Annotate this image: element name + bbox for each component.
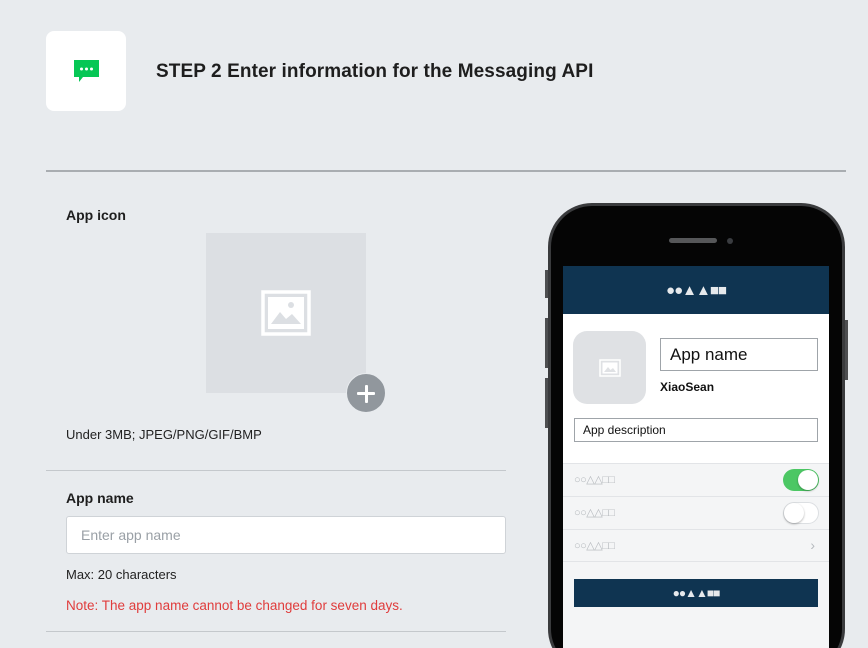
preview-toggle-on — [783, 469, 819, 491]
phone-camera — [727, 238, 733, 244]
app-icon-hint: Under 3MB; JPEG/PNG/GIF/BMP — [66, 427, 262, 442]
preview-setting-label: ○○△△□□ — [574, 540, 615, 552]
header-divider — [46, 170, 846, 172]
page-title: STEP 2 Enter information for the Messagi… — [156, 61, 594, 82]
preview-header-symbols: ●●▲▲■■ — [666, 281, 727, 299]
app-name-label: App name — [66, 490, 134, 506]
preview-profile: App name XiaoSean App description — [563, 314, 829, 464]
phone-side-button — [845, 320, 848, 380]
app-name-input[interactable] — [66, 516, 506, 554]
image-icon — [261, 290, 311, 336]
app-icon-upload[interactable] — [206, 233, 366, 393]
phone-screen: ●●▲▲■■ App name XiaoSean App description… — [563, 266, 829, 648]
preview-setting-row: ○○△△□□ — [563, 463, 829, 496]
image-icon — [599, 359, 621, 377]
app-name-note: Note: The app name cannot be changed for… — [66, 598, 403, 613]
phone-speaker — [669, 238, 717, 243]
preview-setting-label: ○○△△□□ — [574, 507, 615, 519]
preview-header: ●●▲▲■■ — [563, 266, 829, 314]
add-icon-button[interactable] — [346, 373, 386, 413]
app-icon-label: App icon — [66, 207, 126, 223]
chevron-right-icon: › — [810, 537, 815, 553]
preview-button: ●●▲▲■■ — [574, 579, 818, 607]
preview-user-name: XiaoSean — [660, 380, 715, 394]
section-divider — [46, 631, 506, 632]
preview-setting-row: ○○△△□□ › — [563, 529, 829, 562]
preview-app-name: App name — [660, 338, 818, 371]
preview-app-description: App description — [574, 418, 818, 442]
app-name-max-hint: Max: 20 characters — [66, 567, 177, 582]
preview-button-symbols: ●●▲▲■■ — [672, 586, 721, 600]
step-icon-box — [46, 31, 126, 111]
preview-setting-label: ○○△△□□ — [574, 474, 615, 486]
messaging-icon — [74, 60, 99, 82]
section-divider — [46, 470, 506, 471]
preview-toggle-off — [783, 502, 819, 524]
preview-app-icon — [573, 331, 646, 404]
preview-setting-row: ○○△△□□ — [563, 496, 829, 529]
